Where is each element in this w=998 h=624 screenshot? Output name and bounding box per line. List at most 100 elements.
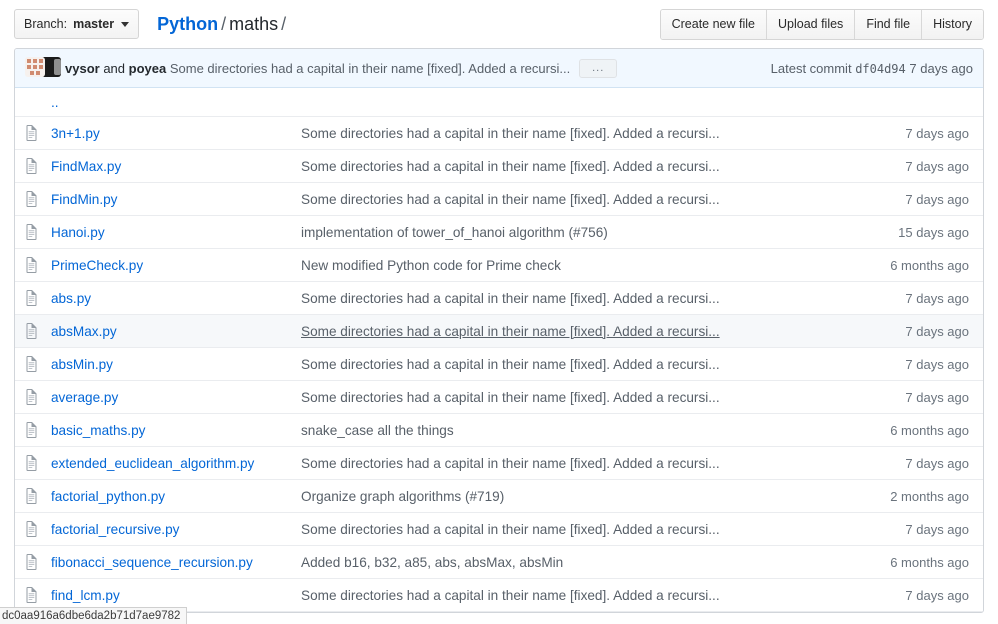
table-row[interactable]: fibonacci_sequence_recursion.py Added b16…	[15, 546, 983, 579]
file-name-link[interactable]: Hanoi.py	[51, 225, 105, 240]
parent-directory-row[interactable]: ..	[15, 88, 983, 117]
commit-message-link[interactable]: Some directories had a capital in their …	[301, 588, 720, 603]
file-icon	[15, 323, 51, 339]
file-name-link[interactable]: abs.py	[51, 291, 91, 306]
file-name-cell: find_lcm.py	[51, 588, 301, 603]
commit-message-link[interactable]: Some directories had a capital in their …	[301, 159, 720, 174]
find-file-button[interactable]: Find file	[854, 10, 921, 39]
commit-message-cell: Some directories had a capital in their …	[301, 126, 905, 141]
commit-message-link[interactable]: snake_case all the things	[301, 423, 454, 438]
file-icon	[15, 290, 51, 306]
commit-message-cell: snake_case all the things	[301, 423, 890, 438]
commit-age-text: 7 days ago	[905, 456, 969, 471]
commit-message-link[interactable]: Some directories had a capital in their …	[301, 357, 720, 372]
branch-selector-button[interactable]: Branch: master	[14, 9, 139, 39]
commit-message-cell: New modified Python code for Prime check	[301, 258, 890, 273]
table-row[interactable]: PrimeCheck.py New modified Python code fo…	[15, 249, 983, 282]
file-name-link[interactable]: FindMin.py	[51, 192, 117, 207]
commit-message-link[interactable]: New modified Python code for Prime check	[301, 258, 561, 273]
commit-message-link[interactable]: Some directories had a capital in their …	[301, 522, 720, 537]
commit-author-secondary[interactable]: poyea	[129, 61, 167, 76]
file-name-link[interactable]: FindMax.py	[51, 159, 121, 174]
commit-message-link[interactable]: Some directories had a capital in their …	[301, 390, 720, 405]
commit-message-link[interactable]: Some directories had a capital in their …	[301, 192, 720, 207]
commit-sha-link[interactable]: df04d94	[855, 62, 906, 76]
file-name-cell: average.py	[51, 390, 301, 405]
commit-age-text: 7 days ago	[905, 192, 969, 207]
commit-message-link[interactable]: implementation of tower_of_hanoi algorit…	[301, 225, 608, 240]
commit-age-text: 6 months ago	[890, 423, 969, 438]
upload-files-button[interactable]: Upload files	[766, 10, 854, 39]
file-name-cell: 3n+1.py	[51, 126, 301, 141]
commit-message-cell: Some directories had a capital in their …	[301, 324, 905, 339]
file-name-link[interactable]: factorial_recursive.py	[51, 522, 179, 537]
commit-message-link[interactable]: Some directories had a capital in their …	[301, 324, 720, 339]
repo-toolbar: Branch: master Python/maths/ Create new …	[0, 0, 998, 48]
file-name-cell: factorial_python.py	[51, 489, 301, 504]
file-name-link[interactable]: basic_maths.py	[51, 423, 145, 438]
file-icon	[15, 455, 51, 471]
file-icon	[15, 389, 51, 405]
branch-prefix-label: Branch:	[24, 17, 67, 31]
file-list-container: vysor and poyea Some directories had a c…	[14, 48, 984, 613]
file-name-link[interactable]: absMax.py	[51, 324, 117, 339]
table-row[interactable]: FindMax.py Some directories had a capital…	[15, 150, 983, 183]
breadcrumb-separator-2: /	[278, 14, 289, 34]
commit-age-text: 7 days ago	[905, 159, 969, 174]
table-row[interactable]: average.py Some directories had a capital…	[15, 381, 983, 414]
table-row[interactable]: absMin.py Some directories had a capital …	[15, 348, 983, 381]
commit-message-link[interactable]: Some directories had a capital in their …	[301, 456, 720, 471]
file-name-link[interactable]: absMin.py	[51, 357, 113, 372]
commit-message-link[interactable]: Organize graph algorithms (#719)	[301, 489, 504, 504]
table-row[interactable]: Hanoi.py implementation of tower_of_hanoi…	[15, 216, 983, 249]
commit-message-cell: implementation of tower_of_hanoi algorit…	[301, 225, 898, 240]
file-name-cell: factorial_recursive.py	[51, 522, 301, 537]
commit-message-cell: Some directories had a capital in their …	[301, 588, 905, 603]
commit-age-cell: 15 days ago	[898, 225, 983, 240]
table-row[interactable]: factorial_python.py Organize graph algori…	[15, 480, 983, 513]
file-name-link[interactable]: factorial_python.py	[51, 489, 165, 504]
file-icon	[15, 224, 51, 240]
commit-age-text: 7 days ago	[905, 390, 969, 405]
history-button[interactable]: History	[921, 10, 983, 39]
commit-age-text: 7 days ago	[905, 522, 969, 537]
avatar-primary[interactable]	[25, 57, 45, 77]
commit-age-cell: 6 months ago	[890, 555, 983, 570]
commit-message-link[interactable]: Some directories had a capital in their …	[301, 291, 720, 306]
table-row[interactable]: extended_euclidean_algorithm.py Some dire…	[15, 447, 983, 480]
parent-directory-link[interactable]: ..	[51, 95, 59, 110]
commit-message-cell: Some directories had a capital in their …	[301, 390, 905, 405]
commit-message-link[interactable]: Some directories had a capital in their …	[301, 126, 720, 141]
file-name-link[interactable]: fibonacci_sequence_recursion.py	[51, 555, 253, 570]
file-name-link[interactable]: find_lcm.py	[51, 588, 120, 603]
commit-message-cell: Some directories had a capital in their …	[301, 192, 905, 207]
file-name-cell: PrimeCheck.py	[51, 258, 301, 273]
table-row[interactable]: FindMin.py Some directories had a capital…	[15, 183, 983, 216]
create-new-file-button[interactable]: Create new file	[661, 10, 766, 39]
commit-age-text: 7 days ago	[905, 126, 969, 141]
commit-age-text: 2 months ago	[890, 489, 969, 504]
table-row[interactable]: abs.py Some directories had a capital in …	[15, 282, 983, 315]
file-icon	[15, 125, 51, 141]
file-name-link[interactable]: extended_euclidean_algorithm.py	[51, 456, 254, 471]
table-row[interactable]: basic_maths.py snake_case all the things 6…	[15, 414, 983, 447]
commit-message[interactable]: Some directories had a capital in their …	[170, 61, 570, 76]
commit-age-cell: 7 days ago	[905, 357, 983, 372]
table-row[interactable]: factorial_recursive.py Some directories h…	[15, 513, 983, 546]
commit-author-primary[interactable]: vysor	[65, 61, 100, 76]
file-name-cell: FindMin.py	[51, 192, 301, 207]
file-name-link[interactable]: average.py	[51, 390, 118, 405]
expand-commit-message-button[interactable]: ...	[579, 59, 617, 78]
breadcrumb-current-dir: maths	[229, 14, 278, 34]
file-name-link[interactable]: PrimeCheck.py	[51, 258, 143, 273]
chevron-down-icon	[121, 22, 129, 27]
table-row[interactable]: absMax.py Some directories had a capital …	[15, 315, 983, 348]
commit-message-link[interactable]: Added b16, b32, a85, abs, absMax, absMin	[301, 555, 563, 570]
commit-message-cell: Some directories had a capital in their …	[301, 522, 905, 537]
file-icon	[15, 191, 51, 207]
breadcrumb-repo-link[interactable]: Python	[157, 14, 218, 34]
commit-age-text: 6 months ago	[890, 555, 969, 570]
commit-age-text: 6 months ago	[890, 258, 969, 273]
table-row[interactable]: 3n+1.py Some directories had a capital in…	[15, 117, 983, 150]
file-name-link[interactable]: 3n+1.py	[51, 126, 100, 141]
